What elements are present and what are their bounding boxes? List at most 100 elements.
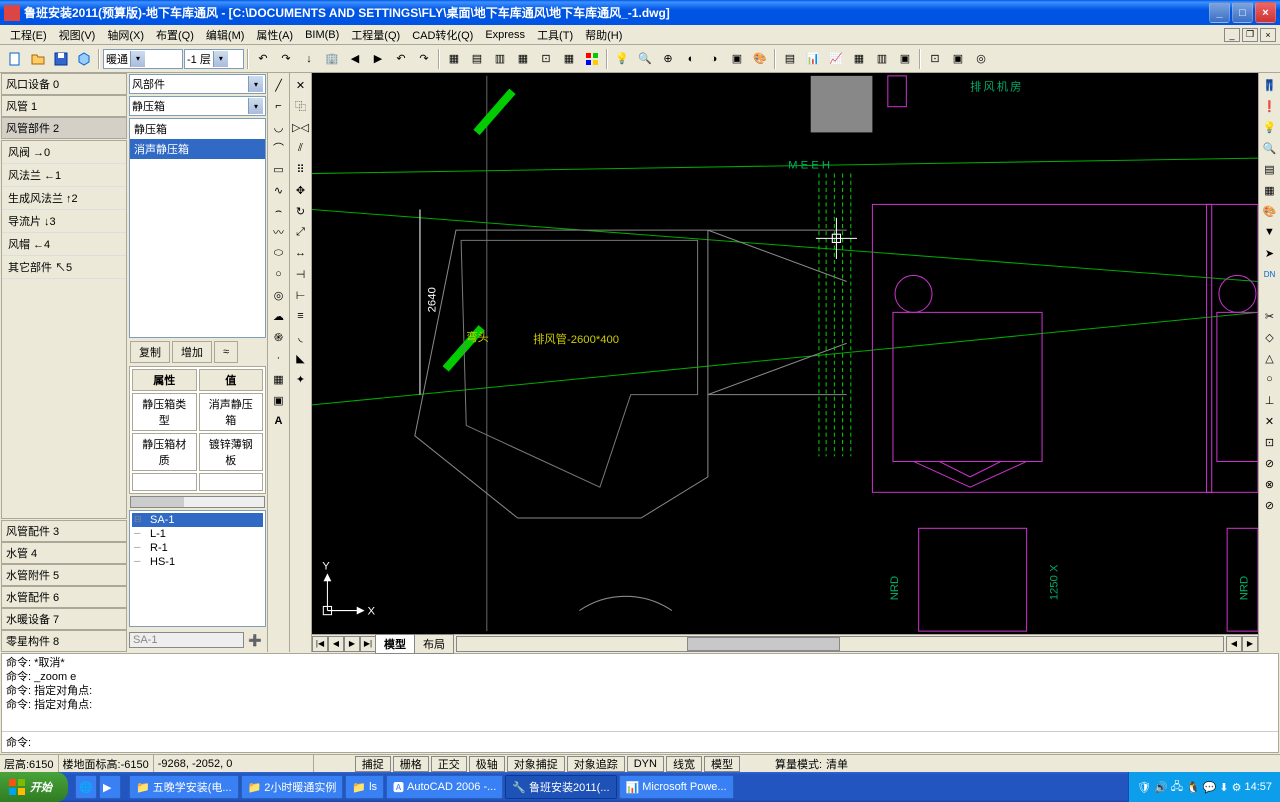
ellipse-icon[interactable]: ⬭ — [269, 243, 289, 263]
quicklaunch-icon[interactable]: 🌐 — [75, 775, 97, 799]
system-tree[interactable]: SA-1 L-1 R-1 HS-1 — [129, 510, 266, 627]
tray-icon[interactable]: 🖧 — [1171, 778, 1183, 797]
tab-last-icon[interactable]: ▶| — [360, 636, 376, 652]
maximize-button[interactable]: □ — [1232, 2, 1253, 23]
partsub-combo[interactable]: 静压箱▾ — [129, 96, 266, 116]
dn-icon[interactable]: DN — [1260, 264, 1280, 284]
snap-int-icon[interactable]: ✕ — [1260, 411, 1280, 431]
tree-item[interactable]: R-1 — [132, 541, 263, 555]
chevron-down-icon[interactable]: ▾ — [130, 51, 145, 67]
tool1-icon[interactable]: ⊡ — [924, 48, 946, 70]
tool2-icon[interactable]: ▣ — [947, 48, 969, 70]
filter-icon[interactable]: ▼ — [1260, 222, 1280, 242]
floor-combo[interactable]: -1 层▾ — [184, 49, 244, 69]
cat-fengguanbujian[interactable]: 风管部件 2 — [1, 117, 127, 139]
stretch-icon[interactable]: ↔ — [291, 243, 311, 263]
menu-cad[interactable]: CAD转化(Q) — [406, 25, 479, 45]
save-icon[interactable] — [50, 48, 72, 70]
snap-icon[interactable]: ⊡ — [535, 48, 557, 70]
report-icon[interactable]: ▦ — [848, 48, 870, 70]
subitem-genflange[interactable]: 生成风法兰 ↑2 — [2, 187, 126, 210]
menu-edit[interactable]: 编辑(M) — [200, 25, 251, 45]
rotate-icon[interactable]: ↻ — [291, 201, 311, 221]
start-button[interactable]: 开始 — [0, 772, 68, 802]
command-history[interactable]: 命令: *取消* 命令: _zoom e 命令: 指定对角点: 命令: 指定对角… — [2, 654, 1278, 732]
copy-button[interactable]: 复制 — [130, 341, 170, 363]
snap-none-icon[interactable]: ⊘ — [1260, 495, 1280, 515]
donut-icon[interactable]: ◎ — [269, 285, 289, 305]
show-icon[interactable]: ◑ — [703, 48, 725, 70]
offset-icon[interactable]: ⫽ — [291, 138, 311, 158]
part-listbox[interactable]: 静压箱 消声静压箱 — [129, 118, 266, 338]
list-item[interactable]: 静压箱 — [130, 119, 265, 139]
explode-icon[interactable]: ✦ — [291, 369, 311, 389]
search-icon[interactable]: 🔍 — [634, 48, 656, 70]
toggle-osnap[interactable]: 对象捕捉 — [507, 756, 565, 772]
hatch-icon[interactable]: ▦ — [269, 369, 289, 389]
command-input[interactable] — [38, 738, 1179, 750]
tray-icon[interactable]: 🛡 — [1137, 781, 1151, 794]
check-icon[interactable]: ▣ — [894, 48, 916, 70]
showall-icon[interactable]: ▣ — [726, 48, 748, 70]
task-item[interactable]: 🔧鲁班安装2011(... — [505, 775, 616, 799]
tab-model[interactable]: 模型 — [375, 634, 415, 654]
add-button[interactable]: 增加 — [172, 341, 212, 363]
list-item[interactable]: 消声静压箱 — [130, 139, 265, 159]
task-item[interactable]: 📁五晚学安装(电... — [129, 775, 239, 799]
menu-axis[interactable]: 轴网(X) — [101, 25, 150, 45]
expand-button[interactable]: ≈ — [214, 341, 238, 363]
table-icon[interactable]: ▦ — [558, 48, 580, 70]
building-icon[interactable]: 🏢 — [321, 48, 343, 70]
grid-icon[interactable]: ▦ — [443, 48, 465, 70]
redo-icon[interactable]: ↷ — [413, 48, 435, 70]
tab-next-icon[interactable]: ▶ — [344, 636, 360, 652]
arc2-icon[interactable]: ⌒ — [269, 138, 289, 158]
chevron-down-icon[interactable]: ▾ — [248, 76, 263, 92]
toggle-lwt[interactable]: 线宽 — [666, 756, 702, 772]
calc-icon[interactable]: ▤ — [779, 48, 801, 70]
layers-icon[interactable]: ▥ — [489, 48, 511, 70]
tool3-icon[interactable]: ◎ — [970, 48, 992, 70]
hscrollbar[interactable] — [130, 496, 265, 508]
chart-icon[interactable]: 📊 — [802, 48, 824, 70]
export-icon[interactable]: ▥ — [871, 48, 893, 70]
palette-icon[interactable]: 🎨 — [749, 48, 771, 70]
chevron-down-icon[interactable]: ▾ — [248, 98, 263, 114]
extend-icon[interactable]: ⊢ — [291, 285, 311, 305]
scroll-left-icon[interactable]: ◀ — [1226, 636, 1242, 652]
tree-add-icon[interactable]: ➕ — [244, 629, 266, 651]
doc-restore-button[interactable]: ❐ — [1242, 28, 1258, 42]
spline-icon[interactable]: 〰 — [269, 222, 289, 242]
copy-icon[interactable]: ⿻ — [291, 96, 311, 116]
menu-bim[interactable]: BIM(B) — [299, 27, 345, 43]
toggle-otrack[interactable]: 对象追踪 — [567, 756, 625, 772]
scroll-thumb[interactable] — [687, 637, 840, 651]
menu-project[interactable]: 工程(E) — [4, 25, 53, 45]
spiral-icon[interactable]: ֍ — [269, 327, 289, 347]
tree-item[interactable]: HS-1 — [132, 555, 263, 569]
erase-icon[interactable]: ✕ — [291, 75, 311, 95]
cat-fengguan[interactable]: 风管 1 — [1, 95, 127, 117]
close-button[interactable]: × — [1255, 2, 1276, 23]
arc-icon[interactable]: ◡ — [269, 117, 289, 137]
colors-icon[interactable]: 🎨 — [1260, 201, 1280, 221]
cloud-icon[interactable]: ☁ — [269, 306, 289, 326]
subitem-guide[interactable]: 导流片 ↓3 — [2, 210, 126, 233]
line-icon[interactable]: ╱ — [269, 75, 289, 95]
toggle-model[interactable]: 模型 — [704, 756, 740, 772]
zoom-extent-icon[interactable]: ⊕ — [657, 48, 679, 70]
tray-icon[interactable]: 🐧 — [1186, 781, 1200, 794]
array-icon[interactable]: ⠿ — [291, 159, 311, 179]
cube-icon[interactable] — [73, 48, 95, 70]
menu-tools[interactable]: 工具(T) — [531, 25, 579, 45]
trim-icon[interactable]: ⊣ — [291, 264, 311, 284]
menu-quantity[interactable]: 工程量(Q) — [345, 25, 406, 45]
mirror-icon[interactable]: ▷◁ — [291, 117, 311, 137]
pline-icon[interactable]: ⌐ — [269, 96, 289, 116]
snap-tan-icon[interactable]: ⊘ — [1260, 453, 1280, 473]
drawing-canvas[interactable]: 2640 弯头 排风管-2600*400 MEEH 排风机房 — [312, 73, 1258, 634]
parttype-combo[interactable]: 风部件▾ — [129, 74, 266, 94]
tree-item[interactable]: L-1 — [132, 527, 263, 541]
search2-icon[interactable]: 🔍 — [1260, 138, 1280, 158]
task-item[interactable]: 📁ls — [345, 775, 384, 799]
